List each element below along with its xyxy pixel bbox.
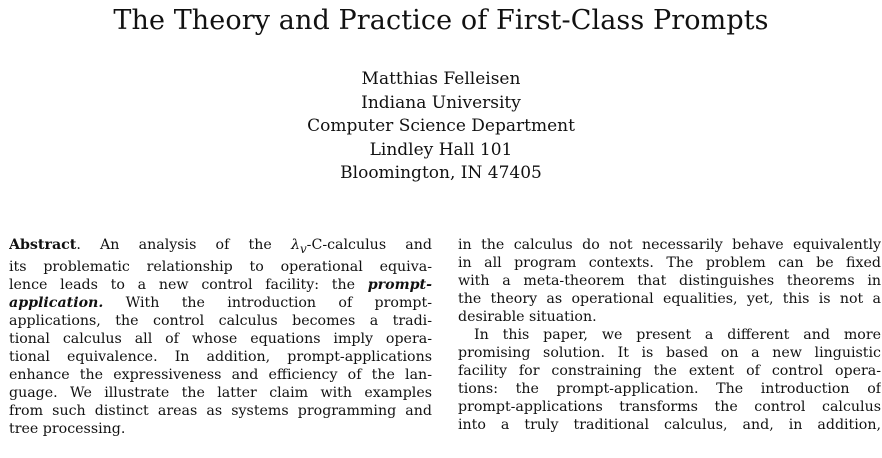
abstract-line-11: tree processing.	[9, 420, 126, 437]
lambda-symbol: λ	[290, 237, 300, 253]
abstract-line-4-text: With the introduction of prompt-	[103, 294, 432, 311]
abstract-line-1: Abstract. An analysis of the λv-C-calcul…	[9, 236, 432, 258]
author-department: Computer Science Department	[307, 116, 575, 136]
abstract-line-3-text: lence leads to a new control facility: t…	[9, 276, 368, 293]
abstract-line-3: lence leads to a new control facility: t…	[9, 276, 432, 294]
body-line-7: promising solution. It is based on a new…	[458, 345, 881, 361]
body-line-3: with a meta-theorem that distinguishes t…	[458, 273, 881, 289]
body-line-11: into a truly traditional calculus, and, …	[458, 417, 881, 433]
abstract-line-6: tional calculus all of whose equations i…	[9, 330, 432, 347]
abstract-line-2: its problematic relationship to operatio…	[9, 258, 432, 275]
prompt-term-1: prompt-	[367, 276, 432, 293]
author-name: Matthias Felleisen	[361, 69, 521, 89]
abstract-line-9: guage. We illustrate the latter claim wi…	[9, 384, 432, 401]
abstract-line-8: enhance the expressiveness and efficienc…	[9, 366, 432, 383]
author-building: Lindley Hall 101	[369, 139, 513, 160]
author-city-state: Bloomington, IN 47405	[340, 163, 542, 183]
abstract-line-1-text: . An analysis of the	[76, 237, 291, 253]
author-university: Indiana University	[361, 92, 521, 113]
abstract-line-7: tional equivalence. In addition, prompt-…	[9, 348, 432, 365]
body-line-8: facility for constraining the extent of …	[458, 363, 881, 379]
body-line-1: in the calculus do not necessarily behav…	[458, 237, 881, 253]
prompt-term-2: application.	[9, 294, 104, 311]
body-line-4: the theory as operational equalities, ye…	[458, 291, 881, 307]
abstract-line-5: applications, the control calculus becom…	[9, 312, 432, 329]
lambda-subscript: v	[299, 241, 307, 256]
body-line-6: In this paper, we present a different an…	[474, 327, 881, 343]
body-line-9: tions: the prompt-application. The intro…	[458, 381, 881, 397]
paper-page: The Theory and Practice of First-Class P…	[0, 0, 882, 458]
abstract-column: Abstract. An analysis of the λv-C-calcul…	[9, 236, 432, 438]
paper-title: The Theory and Practice of First-Class P…	[113, 5, 769, 36]
author-affiliation-block: Matthias Felleisen Indiana University Co…	[0, 68, 882, 186]
body-line-2: in all program contexts. The problem can…	[458, 255, 881, 271]
abstract-line-10: from such distinct areas as systems prog…	[9, 402, 432, 419]
body-line-5: desirable situation.	[458, 309, 597, 325]
abstract-line-4: application. With the introduction of pr…	[9, 294, 432, 312]
body-column: in the calculus do not necessarily behav…	[458, 236, 881, 434]
abstract-label: Abstract	[9, 237, 77, 253]
body-line-10: prompt-applications transforms the contr…	[458, 399, 881, 415]
abstract-line-1-end: -C-calculus and	[306, 237, 432, 253]
